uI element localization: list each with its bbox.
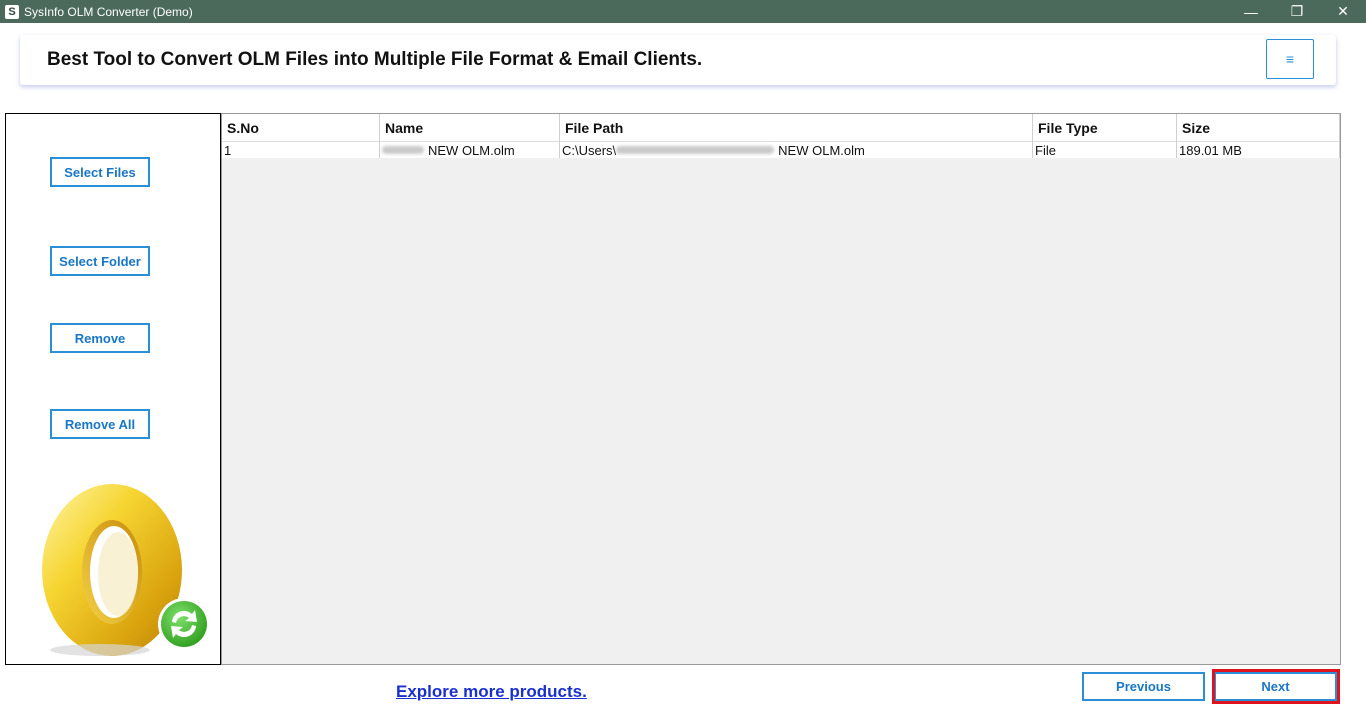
- table-header: S.No Name File Path File Type Size: [222, 114, 1340, 142]
- sidebar: Select Files Select Folder Remove Remove…: [5, 113, 221, 665]
- app-icon: S: [5, 4, 19, 19]
- explore-products-link[interactable]: Explore more products.: [396, 682, 587, 702]
- select-folder-button[interactable]: Select Folder: [50, 246, 150, 276]
- column-size[interactable]: Size: [1177, 114, 1340, 142]
- restore-button[interactable]: ❐: [1274, 0, 1320, 23]
- redacted-text: [616, 146, 775, 154]
- next-highlight-box: [1212, 669, 1340, 704]
- remove-all-button[interactable]: Remove All: [50, 409, 150, 439]
- outlook-mac-sync-logo-icon: [42, 484, 210, 656]
- cell-file-path: C:\Users\ NEW OLM.olm: [560, 142, 1033, 158]
- previous-button[interactable]: Previous: [1082, 672, 1205, 701]
- window-controls: — ❐ ✕: [1228, 0, 1366, 23]
- column-sno[interactable]: S.No: [222, 114, 380, 142]
- hamburger-icon: ≡: [1285, 51, 1295, 67]
- column-file-type[interactable]: File Type: [1033, 114, 1177, 142]
- page-title: Best Tool to Convert OLM Files into Mult…: [47, 49, 703, 70]
- title-bar: S SysInfo OLM Converter (Demo) — ❐ ✕: [0, 0, 1366, 23]
- cell-sno: 1: [222, 142, 380, 158]
- minimize-button[interactable]: —: [1228, 0, 1274, 23]
- header-banner: Best Tool to Convert OLM Files into Mult…: [20, 35, 1336, 85]
- remove-button[interactable]: Remove: [50, 323, 150, 353]
- cell-name: NEW OLM.olm: [380, 142, 560, 158]
- window-title: SysInfo OLM Converter (Demo): [24, 4, 193, 19]
- column-name[interactable]: Name: [380, 114, 560, 142]
- table-row[interactable]: 1 NEW OLM.olm C:\Users\ NEW OLM.olm File…: [222, 142, 1340, 158]
- cell-path-suffix: NEW OLM.olm: [778, 142, 865, 158]
- select-files-button[interactable]: Select Files: [50, 157, 150, 187]
- column-file-path[interactable]: File Path: [560, 114, 1033, 142]
- file-table: S.No Name File Path File Type Size 1 NEW…: [221, 113, 1341, 665]
- cell-size: 189.01 MB: [1177, 142, 1340, 158]
- cell-file-type: File: [1033, 142, 1177, 158]
- cell-path-prefix: C:\Users\: [562, 142, 617, 158]
- menu-button[interactable]: ≡: [1266, 39, 1314, 79]
- close-button[interactable]: ✕: [1320, 0, 1366, 23]
- cell-name-text: NEW OLM.olm: [428, 142, 515, 158]
- redacted-text: [382, 146, 424, 154]
